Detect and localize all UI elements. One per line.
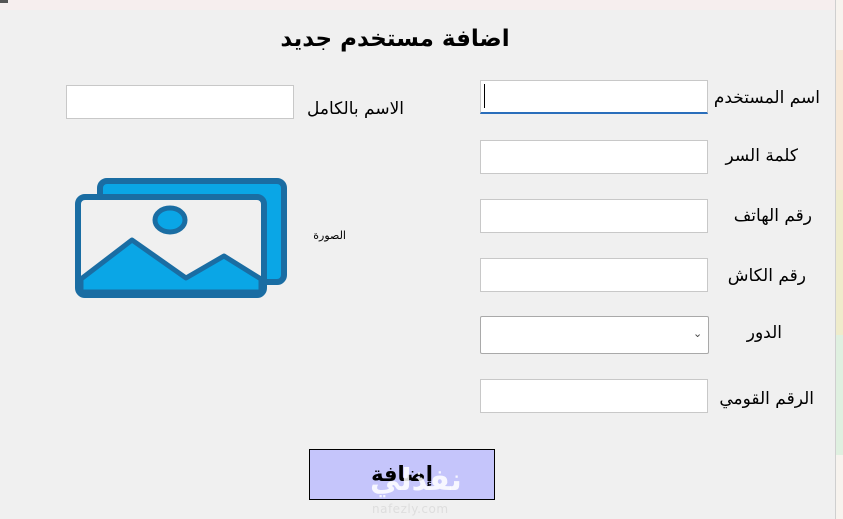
photo-label: الصورة (313, 229, 346, 242)
chevron-down-icon[interactable]: ⌄ (693, 327, 702, 340)
username-input[interactable] (480, 80, 708, 114)
full-name-input[interactable] (66, 85, 294, 119)
form-title: اضافة مستخدم جديد (280, 26, 510, 52)
password-input[interactable] (480, 140, 708, 174)
full-name-label: الاسم بالكامل (306, 99, 404, 119)
window-top-edge (0, 0, 843, 10)
background-window-segment (836, 335, 843, 455)
password-label: كلمة السر (725, 146, 798, 166)
background-window-segment (836, 190, 843, 335)
cash-number-label: رقم الكاش (727, 266, 806, 286)
window-corner-mark (0, 0, 8, 3)
watermark-logo: نفذلي (370, 463, 462, 498)
role-select[interactable]: ⌄ (480, 316, 709, 354)
watermark-url: nafezly.com (372, 502, 449, 516)
phone-label: رقم الهاتف (733, 206, 812, 226)
text-caret (484, 84, 485, 108)
role-label: الدور (746, 323, 782, 343)
national-id-label: الرقم القومي (719, 389, 814, 409)
background-window-segment (836, 50, 843, 190)
background-window-edge (835, 0, 843, 519)
cash-number-input[interactable] (480, 258, 708, 292)
phone-input[interactable] (480, 199, 708, 233)
image-placeholder-icon (75, 178, 287, 298)
username-label: اسم المستخدم (713, 88, 820, 108)
national-id-input[interactable] (480, 379, 708, 413)
photo-picker[interactable] (74, 176, 288, 298)
